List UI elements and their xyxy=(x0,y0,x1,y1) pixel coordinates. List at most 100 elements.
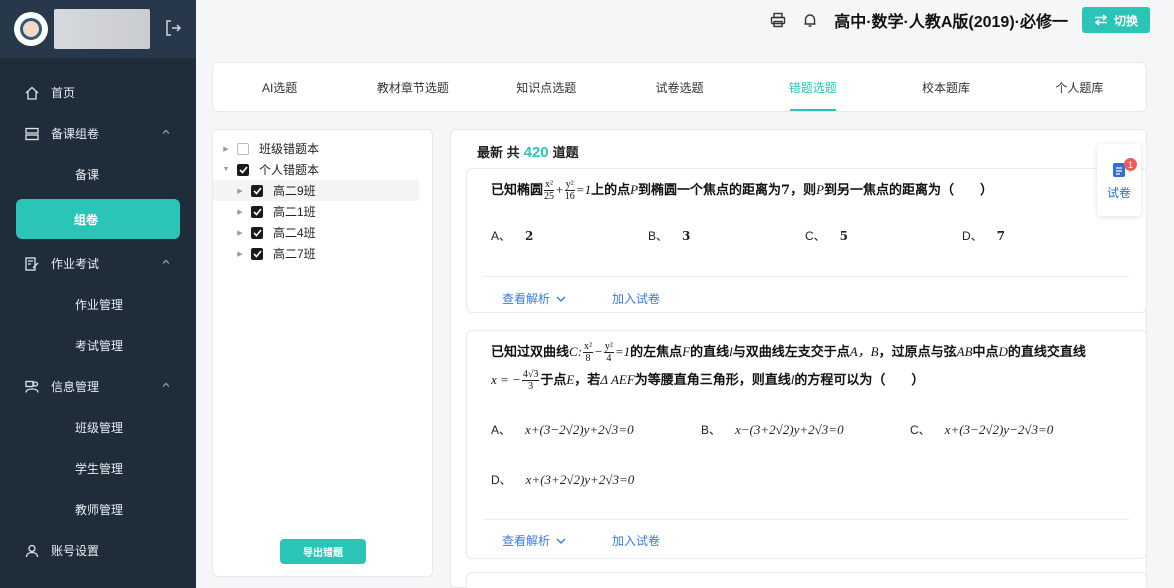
switch-button[interactable]: 切换 xyxy=(1081,7,1150,33)
tree-node-class-1[interactable]: ▶ 高二1班 xyxy=(213,201,432,222)
checkbox[interactable] xyxy=(251,226,263,239)
layers-icon xyxy=(24,126,40,142)
avatar[interactable] xyxy=(14,12,48,46)
option-d[interactable]: D、 x+(3+2√2)y+2√3=0 xyxy=(491,471,634,488)
nav-item-teacher-manage[interactable]: 教师管理 xyxy=(0,489,196,530)
stem-text: 于点 xyxy=(540,373,567,388)
nav-item-prepare[interactable]: 备课组卷 xyxy=(0,113,196,154)
option-c[interactable]: C、 x+(3−2√2)y−2√3=0 xyxy=(910,421,1053,438)
course-title: 高中·数学·人教A版(2019)·必修一 xyxy=(834,14,1068,31)
option-label: D、 xyxy=(962,229,983,243)
option-label: A、 xyxy=(491,423,512,437)
tab-personal-bank[interactable]: 个人题库 xyxy=(1013,63,1146,111)
paper-count-badge: 1 xyxy=(1124,158,1137,171)
logout-icon[interactable] xyxy=(164,19,182,37)
stem-text: 的方程可以为（ ） xyxy=(794,373,925,388)
nav-item-class-manage[interactable]: 班级管理 xyxy=(0,407,196,448)
question-list-panel: 最新 共 420 道题 已知椭圆 x² 25 + y² 16 =1上的点P到椭圆一个焦点的距离为… xyxy=(450,129,1147,588)
checkbox[interactable] xyxy=(251,184,263,197)
checkbox[interactable] xyxy=(251,247,263,260)
nav-item-exam-manage[interactable]: 考试管理 xyxy=(0,325,196,366)
add-to-paper-button[interactable]: 加入试卷 xyxy=(612,290,660,307)
export-wrong-questions-button[interactable]: 导出错题 xyxy=(280,539,366,564)
math-expression: =1 xyxy=(575,182,592,197)
expand-arrow-icon[interactable]: ▶ xyxy=(221,145,231,153)
question-card: 已知椭圆 x² 25 + y² 16 =1上的点P到椭圆一个焦点的距离为7，则P到另一焦点的… xyxy=(466,168,1147,313)
action-label: 查看解析 xyxy=(502,534,551,548)
tree-node-class-book[interactable]: ▶ 班级错题本 xyxy=(213,138,432,159)
math-fraction: x² 8 xyxy=(583,341,594,364)
nav-item-info-manage[interactable]: 信息管理 xyxy=(0,366,196,407)
checkbox[interactable] xyxy=(237,142,249,155)
bell-icon[interactable] xyxy=(802,11,820,29)
tree-node-personal-book[interactable]: ▼ 个人错题本 xyxy=(213,159,432,180)
divider xyxy=(483,519,1130,520)
option-a[interactable]: A、 2 xyxy=(491,227,533,244)
printer-icon[interactable] xyxy=(770,11,788,29)
tab-wrong-questions[interactable]: 错题选题 xyxy=(746,63,879,111)
math-var: P xyxy=(816,182,825,197)
nav-item-student-manage[interactable]: 学生管理 xyxy=(0,448,196,489)
tab-label: 教材章节选题 xyxy=(376,80,449,95)
home-icon xyxy=(24,85,40,101)
option-value: 5 xyxy=(839,229,849,243)
math-expression: Δ AEF xyxy=(600,372,635,387)
stem-text: 中点 xyxy=(972,345,999,360)
question-source-tabs: AI选题 教材章节选题 知识点选题 试卷选题 错题选题 校本题库 个人题库 xyxy=(212,62,1147,112)
option-d[interactable]: D、 7 xyxy=(962,227,1005,244)
expand-arrow-icon[interactable]: ▶ xyxy=(235,208,245,216)
expand-arrow-icon[interactable]: ▶ xyxy=(235,229,245,237)
view-analysis-button[interactable]: 查看解析 xyxy=(502,532,566,549)
paper-cart-button[interactable]: 1 试卷 xyxy=(1097,144,1141,216)
nav-item-homework-manage[interactable]: 作业管理 xyxy=(0,284,196,325)
option-value: x+(3+2√2)y+2√3=0 xyxy=(525,472,635,487)
option-value: 7 xyxy=(996,229,1006,243)
math-expression: x = − xyxy=(491,372,521,387)
expand-arrow-icon[interactable]: ▶ xyxy=(235,187,245,195)
divider xyxy=(483,276,1130,277)
option-label: C、 xyxy=(805,229,826,243)
stem-text: 到另一焦点的距离为（ ） xyxy=(824,183,994,198)
tab-paper[interactable]: 试卷选题 xyxy=(613,63,746,111)
tab-school-bank[interactable]: 校本题库 xyxy=(879,63,1012,111)
tab-knowledge-point[interactable]: 知识点选题 xyxy=(480,63,613,111)
tab-textbook-chapter[interactable]: 教材章节选题 xyxy=(346,63,479,111)
edit-icon xyxy=(24,256,40,272)
stem-text: 已知椭圆 xyxy=(491,183,544,198)
question-count: 420 xyxy=(523,144,549,161)
switch-label: 切换 xyxy=(1113,13,1138,28)
view-analysis-button[interactable]: 查看解析 xyxy=(502,290,566,307)
expand-arrow-icon[interactable]: ▶ xyxy=(235,250,245,258)
add-to-paper-button[interactable]: 加入试卷 xyxy=(612,532,660,549)
nav-label: 作业考试 xyxy=(51,257,100,271)
tree-label: 高二7班 xyxy=(273,247,316,261)
option-label: B、 xyxy=(701,423,722,437)
nav-item-homework-exam[interactable]: 作业考试 xyxy=(0,243,196,284)
stem-text: 到椭圆一个焦点的距离为7，则 xyxy=(638,183,817,198)
nav-label: 教师管理 xyxy=(75,503,124,517)
nav-item-lesson[interactable]: 备课 xyxy=(0,154,196,195)
collapse-arrow-icon[interactable]: ▼ xyxy=(221,166,231,173)
checkbox[interactable] xyxy=(251,205,263,218)
action-label: 加入试卷 xyxy=(612,292,661,306)
option-a[interactable]: A、 x+(3−2√2)y+2√3=0 xyxy=(491,421,634,438)
question-stem: 已知过双曲线C: x² 8− y² 4 =1的左焦点F的直线l与双曲线左支交于点A，B，过… xyxy=(491,341,1086,364)
nav-item-compose-paper[interactable]: 组卷 xyxy=(16,199,180,239)
option-c[interactable]: C、 5 xyxy=(805,227,848,244)
tree-node-class-7[interactable]: ▶ 高二7班 xyxy=(213,243,432,264)
nav-label: 首页 xyxy=(51,86,76,100)
math-expression: AB xyxy=(956,344,973,359)
tab-ai[interactable]: AI选题 xyxy=(213,63,346,111)
checkbox[interactable] xyxy=(237,163,249,176)
tree-label: 个人错题本 xyxy=(259,163,320,177)
tree-node-class-9[interactable]: ▶ 高二9班 xyxy=(213,180,419,201)
question-card-partial xyxy=(466,572,1147,588)
tab-label: 错题选题 xyxy=(788,80,837,95)
nav-item-home[interactable]: 首页 xyxy=(0,72,196,113)
stem-text: 为等腰直角三角形，则直线 xyxy=(634,373,791,388)
option-b[interactable]: B、 x−(3+2√2)y+2√3=0 xyxy=(701,421,844,438)
tree-node-class-4[interactable]: ▶ 高二4班 xyxy=(213,222,432,243)
nav-item-account-settings[interactable]: 账号设置 xyxy=(0,530,196,571)
option-b[interactable]: B、 3 xyxy=(648,227,690,244)
nav-label: 班级管理 xyxy=(75,421,124,435)
